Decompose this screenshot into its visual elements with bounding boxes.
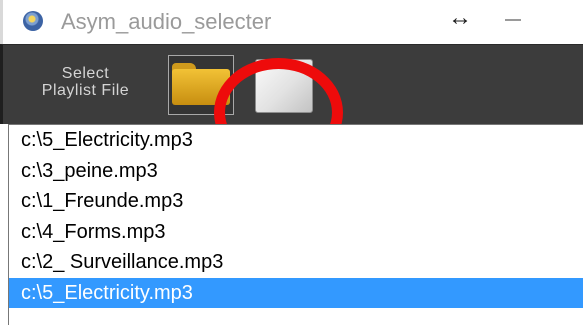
title-bar: Asym_audio_selecter ↔: [0, 0, 583, 44]
list-item[interactable]: c:\3_peine.mp3: [9, 156, 583, 187]
toolbar: Select Playlist File: [0, 44, 583, 167]
resize-arrows-icon[interactable]: ↔: [447, 5, 473, 31]
minimize-button[interactable]: [505, 19, 521, 21]
window-title: Asym_audio_selecter: [61, 9, 272, 34]
list-item[interactable]: c:\5_Electricity.mp3: [9, 125, 583, 156]
playlist-listbox[interactable]: c:\5_Electricity.mp3 c:\3_peine.mp3 c:\1…: [8, 124, 583, 325]
list-item[interactable]: c:\1_Freunde.mp3: [9, 186, 583, 217]
list-item[interactable]: c:\2_ Surveillance.mp3: [9, 247, 583, 278]
list-item[interactable]: c:\4_Forms.mp3: [9, 217, 583, 248]
app-icon: [23, 11, 43, 31]
list-item-selected[interactable]: c:\5_Electricity.mp3: [9, 277, 583, 308]
select-playlist-label: Select Playlist File: [41, 65, 130, 99]
